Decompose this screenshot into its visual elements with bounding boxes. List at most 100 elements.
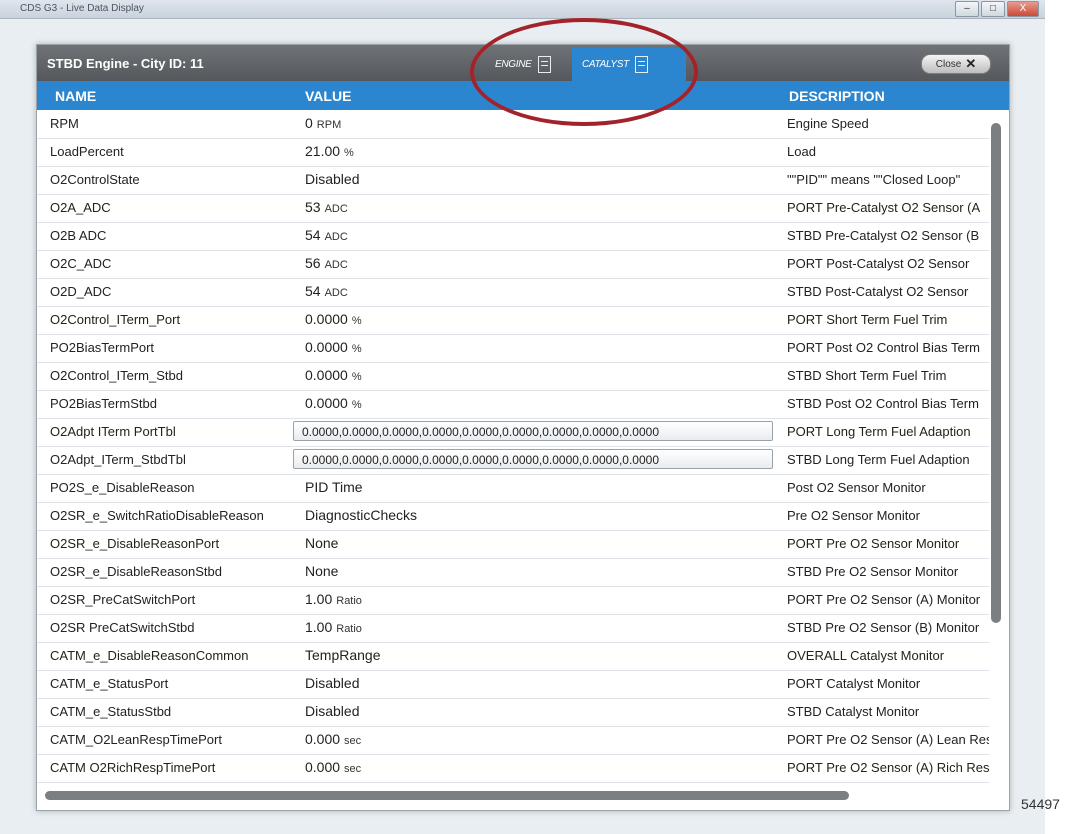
tab-engine[interactable]: ENGINE [485,48,577,81]
cell-name: O2Adpt_ITerm_StbdTbl [50,452,186,467]
table-row[interactable]: LoadPercent 21.00% Load [37,138,989,167]
cell-description: PORT Post-Catalyst O2 Sensor [787,256,970,271]
table-row[interactable]: O2SR_e_SwitchRatioDisableReason Diagnosti… [37,502,989,531]
dialog-title: STBD Engine - City ID: 11 [47,56,204,71]
cell-value-text: 0.0000,0.0000,0.0000,0.0000,0.0000,0.000… [302,425,659,439]
cell-name: O2SR_e_DisableReasonStbd [50,564,222,579]
table-row[interactable]: O2SR_e_DisableReasonPort None PORT Pre O2 … [37,530,989,559]
cell-value: 0.0000% [305,367,775,383]
table-row[interactable]: CATM_e_DisableReasonCommon TempRange OVERA… [37,642,989,671]
cell-value-text: Disabled [305,703,360,719]
cell-name: O2Control_ITerm_Port [50,312,181,327]
table-row[interactable]: PO2BiasTermPort 0.0000% PORT Post O2 Contr… [37,334,989,363]
column-header-value[interactable]: VALUE [305,88,351,104]
cell-description: Engine Speed [787,116,869,131]
scroll-corner [988,790,1008,809]
cell-description: PORT Post O2 Control Bias Term [787,340,980,355]
cell-unit: % [351,343,362,355]
cell-unit: sec [344,735,362,747]
cell-description: PORT Catalyst Monitor [787,676,921,691]
cell-name: CATM O2RichRespTimePort [50,760,216,775]
cell-name: O2A_ADC [50,200,111,215]
table-row[interactable]: CATM_O2LeanRespTimePort 0.000 sec PORT Pre … [37,726,989,755]
cell-description: STBD Long Term Fuel Adaption [787,452,970,467]
cell-description: PORT Pre O2 Sensor (A) Lean Resp [787,732,989,747]
table-row[interactable]: O2SR_PreCatSwitchPort 1.00 Ratio PORT Pre O… [37,586,989,615]
table-row[interactable]: CATM_e_StatusPort Disabled PORT Catalyst M… [37,670,989,699]
cell-value-field[interactable]: 0.0000,0.0000,0.0000,0.0000,0.0000,0.000… [293,449,773,469]
table-row[interactable]: PO2S_e_DisableReason PID Time Post O2 Sens… [37,474,989,503]
maximize-button[interactable]: □ [981,1,1005,17]
cell-unit: Ratio [336,595,362,607]
cell-value-text: 0.0000 [305,339,348,355]
table-row[interactable]: O2Control_ITerm_Port 0.0000% PORT Short Te… [37,306,989,335]
cell-value-text: 0.0000 [305,367,348,383]
table-row[interactable]: O2SR PreCatSwitchStbd 1.00 Ratio STBD Pre O… [37,614,989,643]
figure-number: 54497 [1021,796,1060,812]
cell-value: None [305,535,775,551]
cell-value-text: 0.000 [305,731,341,747]
cell-value-field[interactable]: 0.0000,0.0000,0.0000,0.0000,0.0000,0.000… [293,421,773,441]
table-row[interactable]: O2Adpt_ITerm_StbdTbl 0.0000,0.0000,0.0000… [37,446,989,475]
cell-name: PO2S_e_DisableReason [50,480,195,495]
minimize-button[interactable]: – [955,1,979,17]
table-row[interactable]: O2B ADC 54 ADC STBD Pre-Catalyst O2 Sensor … [37,222,989,251]
column-header: NAME VALUE DESCRIPTION [37,81,1009,110]
cell-name: O2SR_e_SwitchRatioDisableReason [50,508,264,523]
cell-value: TempRange [305,647,775,663]
cell-name: CATM_O2LeanRespTimePort [50,732,222,747]
document-icon [537,56,551,73]
cell-name: O2SR_PreCatSwitchPort [50,592,196,607]
cell-value: DiagnosticChecks [305,507,775,523]
cell-description: ""PID"" means ""Closed Loop" [787,172,961,187]
catalyst-document-icon [634,56,648,73]
cell-description: OVERALL Catalyst Monitor [787,648,945,663]
cell-value: 0.0000% [305,311,775,327]
cell-name: O2SR PreCatSwitchStbd [50,620,195,635]
table-row[interactable]: O2D_ADC 54 ADC STBD Post-Catalyst O2 Sensor [37,278,989,307]
close-button-label: Close [935,58,962,70]
cell-name: PO2BiasTermPort [50,340,155,355]
table-row[interactable]: O2ControlState Disabled ""PID"" means ""Cl… [37,166,989,195]
cell-value-text: 1.00 [305,591,333,607]
table-row[interactable]: CATM_e_StatusStbd Disabled STBD Catalyst M… [37,698,989,727]
cell-name: O2D_ADC [50,284,112,299]
cell-name: CATM_e_StatusStbd [50,704,172,719]
tab-catalyst[interactable]: CATALYST [572,48,686,81]
cell-value-text: 0.0000,0.0000,0.0000,0.0000,0.0000,0.000… [302,453,659,467]
table-row[interactable]: RPM 0 RPM Engine Speed [37,110,989,139]
cell-unit: sec [344,763,362,775]
column-header-name[interactable]: NAME [55,88,96,104]
cell-value-text: 0.000 [305,759,341,775]
cell-value: 54 ADC [305,283,775,299]
dialog-header: STBD Engine - City ID: 11 ENGINE CATALYS… [37,45,1009,81]
cell-value-text: 54 [305,227,321,243]
cell-value: None [305,563,775,579]
column-header-description[interactable]: DESCRIPTION [789,88,885,104]
close-button[interactable]: Close ✕ [921,54,991,74]
table-row[interactable]: O2A_ADC 53 ADC PORT Pre-Catalyst O2 Sensor … [37,194,989,223]
table-row[interactable]: O2Adpt ITerm PortTbl 0.0000,0.0000,0.0000… [37,418,989,447]
cell-name: O2B ADC [50,228,107,243]
cell-name: PO2BiasTermStbd [50,396,157,411]
live-data-dialog: STBD Engine - City ID: 11 ENGINE CATALYS… [36,44,1010,811]
table-row[interactable]: O2SR_e_DisableReasonStbd None STBD Pre O2 … [37,558,989,587]
tab-engine-label: ENGINE [495,59,532,70]
cell-value-text: 21.00 [305,143,341,159]
window-close-button[interactable]: X [1007,1,1039,17]
cell-name: RPM [50,116,79,131]
cell-value-text: 0.0000 [305,311,348,327]
cell-value-text: 1.00 [305,619,333,635]
cell-unit: RPM [316,119,342,131]
horizontal-scrollbar-thumb[interactable] [45,791,849,800]
cell-unit: ADC [324,231,348,243]
table-row[interactable]: O2C_ADC 56 ADC PORT Post-Catalyst O2 Sensor [37,250,989,279]
vertical-scrollbar-thumb[interactable] [991,123,1001,623]
app-titlebar: CDS G3 - Live Data Display – □ X [0,0,1045,19]
cell-value-text: 54 [305,283,321,299]
table-row[interactable]: O2Control_ITerm_Stbd 0.0000% STBD Short Te… [37,362,989,391]
table-row[interactable]: PO2BiasTermStbd 0.0000% STBD Post O2 Contr… [37,390,989,419]
cell-value: 1.00 Ratio [305,619,775,635]
cell-description: PORT Pre O2 Sensor (A) Monitor [787,592,981,607]
table-row[interactable]: CATM O2RichRespTimePort 0.000 sec PORT Pre … [37,754,989,783]
